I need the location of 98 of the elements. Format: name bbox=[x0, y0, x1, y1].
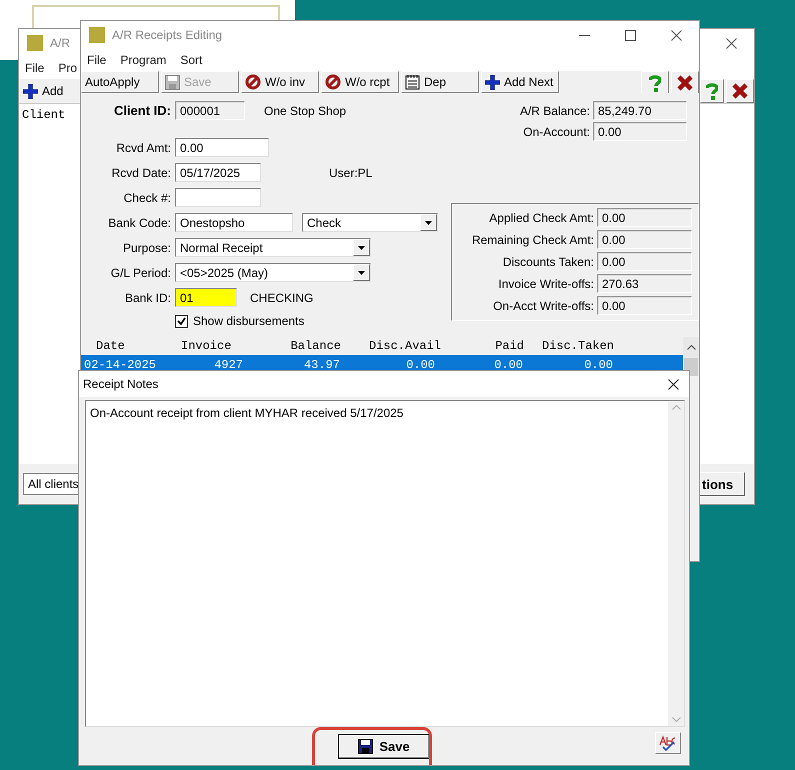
dropdown[interactable]: Normal Receipt bbox=[175, 238, 371, 257]
prohibited-icon bbox=[325, 74, 341, 90]
help-icon bbox=[649, 74, 661, 92]
field-label: G/L Period: bbox=[110, 266, 171, 280]
show-disbursements-checkbox[interactable]: Show disbursements bbox=[175, 313, 451, 329]
spell-check-icon bbox=[659, 735, 677, 751]
menu-item[interactable]: File bbox=[87, 53, 106, 67]
window-title: A/R bbox=[50, 36, 70, 50]
toolbar-button[interactable]: W/o inv bbox=[241, 71, 319, 93]
column-header: Paid bbox=[494, 339, 525, 353]
input-field[interactable] bbox=[175, 188, 261, 207]
app-icon bbox=[27, 35, 43, 51]
column-header: Invoice bbox=[180, 339, 232, 353]
options-button[interactable]: tions bbox=[699, 472, 745, 496]
help-icon bbox=[706, 82, 718, 100]
plus-icon bbox=[23, 84, 38, 98]
filter-field[interactable]: All clients bbox=[23, 473, 81, 495]
close-button[interactable] bbox=[671, 71, 699, 95]
minimize-icon bbox=[578, 34, 590, 36]
scrollbar[interactable] bbox=[668, 401, 684, 726]
dropdown-arrow-icon bbox=[358, 270, 365, 274]
field-label: On-Account: bbox=[523, 124, 590, 138]
field-label: Bank ID: bbox=[124, 290, 171, 304]
app-icon bbox=[89, 27, 105, 43]
field-label: Rcvd Date: bbox=[110, 166, 171, 180]
field-label: Discounts Taken: bbox=[502, 254, 594, 268]
table-cell-text: 0.00 bbox=[405, 358, 436, 372]
field-label: Invoice Write-offs: bbox=[498, 276, 594, 290]
dropdown-arrow-icon bbox=[425, 220, 432, 224]
add-button[interactable]: Add bbox=[23, 84, 64, 98]
close-icon[interactable] bbox=[668, 378, 679, 390]
toolbar-button[interactable]: W/o rcpt bbox=[321, 71, 399, 93]
field-label: Bank Code: bbox=[107, 216, 171, 230]
table-cell-text: 4927 bbox=[213, 358, 244, 372]
field-label: Rcvd Amt: bbox=[115, 140, 171, 154]
field-label: Client ID: bbox=[112, 103, 171, 118]
input-field[interactable]: 01 bbox=[175, 288, 237, 307]
dialog-title: Receipt Notes bbox=[83, 377, 158, 391]
help-button[interactable] bbox=[641, 71, 669, 95]
field-label: Applied Check Amt: bbox=[489, 210, 594, 224]
readonly-field: 0.00 bbox=[597, 296, 692, 315]
column-header: Client bbox=[22, 108, 66, 122]
help-button[interactable] bbox=[700, 79, 724, 103]
close-icon bbox=[732, 83, 748, 99]
close-icon[interactable] bbox=[726, 38, 736, 48]
save-button[interactable]: Save bbox=[338, 734, 430, 758]
menu-item[interactable]: Sort bbox=[180, 53, 202, 67]
readonly-field: 0.00 bbox=[597, 252, 692, 271]
field-label: Check #: bbox=[122, 190, 171, 204]
field-note: User:PL bbox=[329, 166, 372, 180]
field-label: Remaining Check Amt: bbox=[472, 232, 594, 246]
toolbar-button[interactable]: Add Next bbox=[481, 71, 559, 93]
toolbar-button[interactable]: AutoApply bbox=[81, 71, 159, 93]
column-header: Balance bbox=[290, 339, 342, 353]
notes-field[interactable]: On-Account receipt from client MYHAR received 5/17/2025 bbox=[85, 400, 685, 727]
dropdown-arrow-icon bbox=[358, 246, 365, 250]
plus-icon bbox=[485, 74, 500, 90]
spell-check-button[interactable] bbox=[655, 732, 681, 754]
readonly-field: 0.00 bbox=[593, 122, 687, 141]
field-note: CHECKING bbox=[250, 290, 314, 304]
scroll-up-icon bbox=[686, 345, 696, 350]
readonly-field: 85,249.70 bbox=[593, 101, 687, 120]
window-title: A/R Receipts Editing bbox=[112, 28, 222, 42]
field-label: On-Acct Write-offs: bbox=[493, 298, 594, 312]
menu-item[interactable]: Pro bbox=[58, 61, 78, 75]
readonly-field: 270.63 bbox=[597, 274, 692, 293]
input-field[interactable]: 0.00 bbox=[175, 138, 269, 157]
prohibited-icon bbox=[245, 74, 261, 90]
close-button[interactable] bbox=[726, 79, 754, 103]
toolbar-button[interactable]: Dep bbox=[401, 71, 479, 93]
field-label: Purpose: bbox=[122, 240, 171, 254]
check-icon bbox=[177, 316, 186, 326]
scroll-down-icon bbox=[672, 717, 680, 722]
field-label: A/R Balance: bbox=[520, 104, 590, 118]
dropdown[interactable]: Check bbox=[302, 213, 438, 232]
maximize-icon bbox=[624, 30, 636, 40]
client-id-field: 000001 bbox=[175, 101, 245, 120]
input-field[interactable]: 05/17/2025 bbox=[175, 163, 261, 182]
dropdown[interactable]: <05>2025 (May) bbox=[175, 263, 371, 282]
scroll-up-icon bbox=[672, 405, 680, 410]
table-cell-text: 43.97 bbox=[302, 358, 341, 372]
checkbox[interactable] bbox=[175, 314, 188, 328]
table-cell-text: 02-14-2025 bbox=[83, 358, 158, 372]
client-name: One Stop Shop bbox=[264, 104, 346, 118]
menu-item[interactable]: Program bbox=[120, 53, 166, 67]
table-cell-text: 0.00 bbox=[583, 358, 614, 372]
close-icon bbox=[677, 75, 693, 91]
table-cell-text: 0.00 bbox=[493, 358, 524, 372]
readonly-field: 0.00 bbox=[597, 230, 692, 249]
menu-item[interactable]: File bbox=[25, 61, 44, 75]
readonly-field: 0.00 bbox=[597, 208, 692, 227]
column-header: Disc.Taken bbox=[541, 339, 616, 353]
scrollbar[interactable] bbox=[683, 337, 699, 376]
column-header: Date bbox=[95, 339, 126, 353]
input-field[interactable]: Onestopsho bbox=[175, 213, 293, 232]
close-icon[interactable] bbox=[670, 30, 682, 40]
notepad-icon bbox=[405, 74, 420, 90]
column-header: Disc.Avail bbox=[368, 339, 438, 353]
